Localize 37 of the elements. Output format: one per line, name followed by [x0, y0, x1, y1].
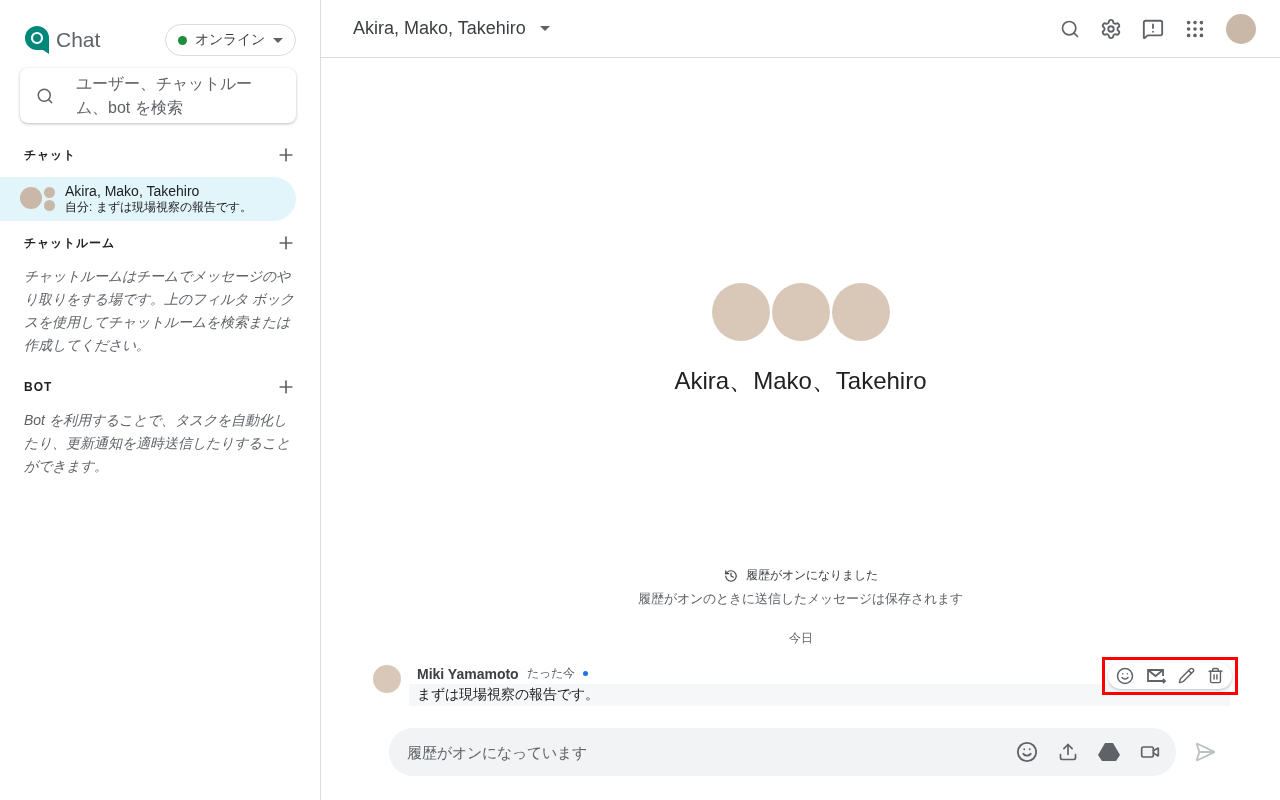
search-field[interactable]: ユーザー、チャットルーム、bot を検索 [76, 71, 266, 120]
avatar [44, 200, 55, 211]
search-box[interactable]: ユーザー、チャットルーム、bot を検索 [20, 68, 296, 123]
history-icon [723, 568, 738, 583]
section-title: チャット [24, 146, 76, 164]
section-description: チャットルームはチームでメッセージのやり取りをする場です。上のフィルタ ボックスを使用してチャットルームを検索または作成してください。 [23, 267, 295, 355]
search-icon[interactable] [1060, 18, 1080, 39]
chat-item[interactable]: Akira, Mako, Takehiro 自分: まずは現場視察の報告です。 [0, 177, 296, 221]
message-text: まずは現場視察の報告です。 [409, 684, 1230, 706]
date-divider: 今日 [788, 630, 813, 647]
emoji-icon[interactable] [1116, 667, 1134, 685]
chat-name: Akira, Mako, Takehiro [65, 183, 201, 200]
message-author: Miki Yamamoto [417, 665, 519, 682]
trash-icon[interactable] [1207, 667, 1224, 685]
conversation-heading: Akira、Mako、Takehiro [674, 366, 927, 396]
edit-icon[interactable] [1178, 667, 1195, 685]
history-subtitle: 履歴がオンのときに送信したメッセージは保存されます [638, 590, 963, 608]
avatar [44, 187, 55, 198]
section-title: チャットルーム [24, 234, 115, 252]
app-name: Chat [56, 28, 101, 52]
forward-mail-icon[interactable] [1146, 667, 1166, 685]
search-icon [36, 86, 54, 105]
chat-logo-icon [24, 25, 50, 55]
settings-icon[interactable] [1100, 17, 1122, 40]
history-title: 履歴がオンになりました [745, 567, 878, 584]
chat-preview: 自分: まずは現場視察の報告です。 [65, 200, 252, 215]
section-title: BOT [24, 380, 53, 394]
message-time: たった今 [526, 665, 575, 682]
avatar [373, 665, 401, 693]
message-input[interactable]: 履歴がオンになっています [405, 742, 996, 762]
conversation-title[interactable]: Akira, Mako, Takehiro [353, 18, 550, 39]
feedback-icon[interactable] [1142, 17, 1164, 40]
emoji-icon[interactable] [1016, 741, 1038, 763]
upload-icon[interactable] [1058, 742, 1078, 762]
section-description: Bot を利用することで、タスクを自動化したり、更新通知を適時送信したりすることができます。 [23, 411, 291, 476]
avatar [20, 187, 42, 209]
status-dropdown[interactable]: オンライン [165, 24, 296, 56]
